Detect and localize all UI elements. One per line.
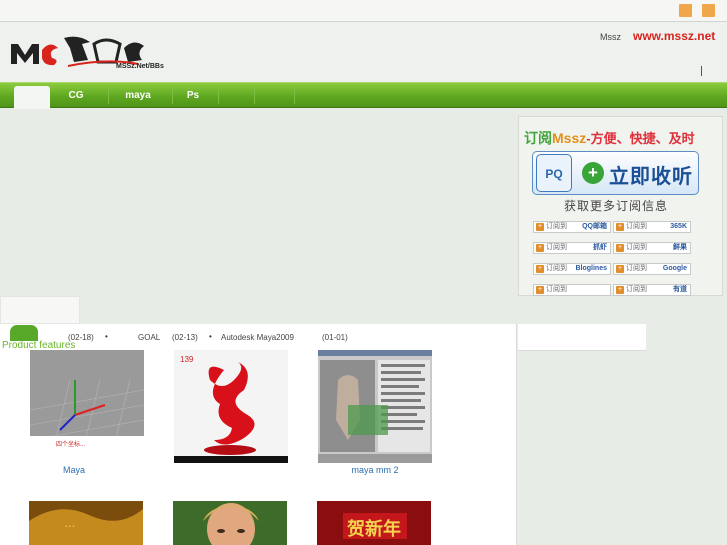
subscribe-365k-button[interactable]: + 订阅到 365K (613, 221, 691, 233)
service-name: 抓虾 (593, 244, 607, 251)
plus-icon: + (616, 244, 624, 252)
more-subscribe-link[interactable]: 获取更多订阅信息 (564, 197, 668, 214)
top-bar (0, 0, 727, 22)
subscribe-qqmail-button[interactable]: + 订阅到 QQ邮箱 (533, 221, 611, 233)
nav-separator (294, 86, 295, 104)
nav-separator (254, 86, 255, 104)
side-panel (518, 324, 646, 351)
thumb-overlay-text: 139 (180, 355, 194, 364)
subscribe-title-suffix: -方便、快捷、及时 (586, 131, 695, 146)
plus-icon: + (536, 223, 544, 231)
bookmark-icon[interactable] (679, 4, 692, 17)
plus-icon: + (536, 244, 544, 252)
nav-tab-ps[interactable]: Ps (176, 83, 210, 108)
plus-icon: + (616, 286, 624, 294)
search-panel[interactable] (0, 296, 80, 324)
nav-separator (108, 86, 109, 104)
subscribe-youdao-button[interactable]: + 订阅到 有道 (613, 284, 691, 296)
main-nav (0, 82, 727, 108)
product-tab[interactable] (10, 325, 38, 341)
chip-prefix: 订阅到 (626, 286, 647, 293)
news-item-goal[interactable]: GOAL (138, 333, 160, 342)
divider (701, 66, 702, 76)
nav-tab-empty-2[interactable] (256, 83, 292, 108)
listen-now-label: 立即收听 (609, 166, 693, 188)
product-thumb-new-year[interactable]: 贺新年 (317, 501, 431, 545)
subscribe-zhuaxia-button[interactable]: + 订阅到 抓虾 (533, 242, 611, 254)
service-name: Bloglines (575, 265, 607, 272)
plus-icon: + (616, 265, 624, 273)
service-name: 有道 (673, 286, 687, 293)
service-name: 365K (670, 223, 687, 230)
site-label: Mssz (600, 32, 621, 42)
nav-separator (218, 86, 219, 104)
news-bullet: • (105, 332, 108, 341)
plus-icon: + (536, 286, 544, 294)
home-icon[interactable] (702, 4, 715, 17)
subscribe-title-prefix: 订阅 (524, 130, 552, 146)
news-item-maya2009[interactable]: Autodesk Maya2009 (221, 333, 294, 342)
service-name: QQ邮箱 (582, 223, 607, 230)
news-date: (01-01) (322, 333, 348, 342)
nav-tab-maya[interactable]: maya (112, 83, 164, 108)
plus-icon: + (536, 265, 544, 273)
site-logo[interactable]: MSSz.Net/BBs (8, 30, 188, 70)
nav-separator (172, 86, 173, 104)
subscribe-google-button[interactable]: + 订阅到 Google (613, 263, 691, 275)
logo-text: MSSz.Net/BBs (116, 63, 164, 70)
news-date: (02-18) (68, 333, 94, 342)
product-thumb-maya-grid[interactable]: 四个坐标... (30, 350, 144, 463)
nav-tab-cg[interactable]: CG (54, 83, 98, 108)
site-url-link[interactable]: www.mssz.net (633, 29, 715, 43)
product-thumb-red-sculpture[interactable]: 139 (174, 350, 288, 463)
thumb-overlay-text: 贺新年 (346, 518, 401, 540)
chip-prefix: 订阅到 (546, 265, 567, 272)
plus-icon: + (616, 223, 624, 231)
thumb-overlay-text: 四个坐标... (56, 440, 85, 448)
nav-tab-home[interactable] (14, 86, 50, 109)
news-date: (02-13) (172, 333, 198, 342)
chip-prefix: 订阅到 (626, 244, 647, 251)
chip-prefix: 订阅到 (626, 265, 647, 272)
chip-prefix: 订阅到 (546, 223, 567, 230)
service-name: 鲜果 (673, 244, 687, 251)
subscribe-title: 订阅Mssz-方便、快捷、及时 (524, 128, 695, 148)
pq-reader-icon: PQ (536, 154, 572, 192)
subscribe-xianguo-button[interactable]: + 订阅到 鲜果 (613, 242, 691, 254)
chip-prefix: 订阅到 (546, 286, 567, 293)
svg-text:...: ... (65, 516, 76, 531)
chip-prefix: 订阅到 (626, 223, 647, 230)
product-thumb-portrait[interactable] (173, 501, 287, 545)
subscribe-brand: Mssz (552, 130, 587, 146)
product-thumb-maya-interface[interactable] (318, 350, 432, 463)
product-caption-maya[interactable]: Maya (17, 465, 131, 475)
service-name: Google (662, 265, 687, 272)
news-bullet: • (209, 332, 212, 341)
product-caption-maya-mm[interactable]: maya mm 2 (318, 465, 432, 475)
chip-prefix: 订阅到 (546, 244, 567, 251)
plus-icon: + (582, 162, 604, 184)
nav-tab-empty-1[interactable] (220, 83, 252, 108)
subscribe-bloglines-button[interactable]: + 订阅到 Bloglines (533, 263, 611, 275)
subscribe-multi-button[interactable]: + 订阅到 (533, 284, 611, 296)
product-thumb-gold-text[interactable]: ... (29, 501, 143, 545)
